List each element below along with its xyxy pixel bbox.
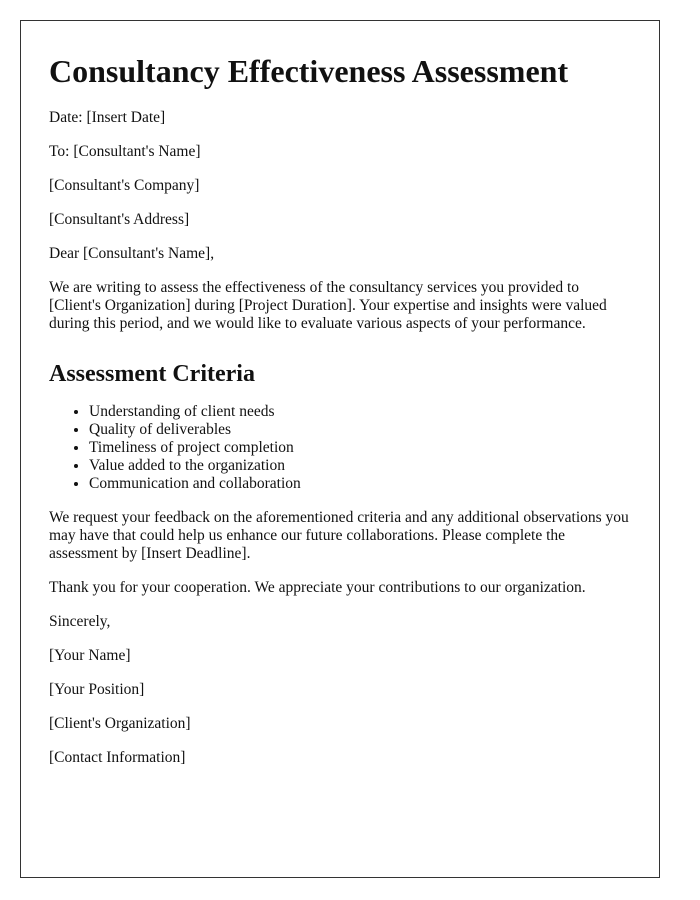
salutation: Dear [Consultant's Name], — [49, 245, 215, 262]
closing: Sincerely, — [49, 613, 111, 630]
criteria-item: Value added to the organization — [89, 457, 631, 475]
signature-contact: [Contact Information] — [49, 749, 186, 766]
criteria-item: Communication and collaboration — [89, 475, 631, 493]
signature-organization: [Client's Organization] — [49, 715, 191, 732]
recipient-company: [Consultant's Company] — [49, 177, 200, 194]
request-paragraph: We request your feedback on the aforemen… — [49, 509, 629, 562]
criteria-item: Understanding of client needs — [89, 403, 631, 421]
thanks-paragraph: Thank you for your cooperation. We appre… — [49, 579, 586, 596]
criteria-list: Understanding of client needs Quality of… — [49, 403, 631, 493]
recipient-name: To: [Consultant's Name] — [49, 143, 201, 160]
intro-paragraph: We are writing to assess the effectivene… — [49, 279, 607, 332]
signature-name: [Your Name] — [49, 647, 131, 664]
recipient-address: [Consultant's Address] — [49, 211, 190, 228]
criteria-item: Timeliness of project completion — [89, 439, 631, 457]
letter-page: Consultancy Effectiveness Assessment Dat… — [20, 20, 660, 878]
date-line: Date: [Insert Date] — [49, 109, 166, 126]
document-title: Consultancy Effectiveness Assessment — [49, 53, 569, 89]
criteria-heading: Assessment Criteria — [49, 361, 255, 387]
criteria-item: Quality of deliverables — [89, 421, 631, 439]
signature-position: [Your Position] — [49, 681, 145, 698]
